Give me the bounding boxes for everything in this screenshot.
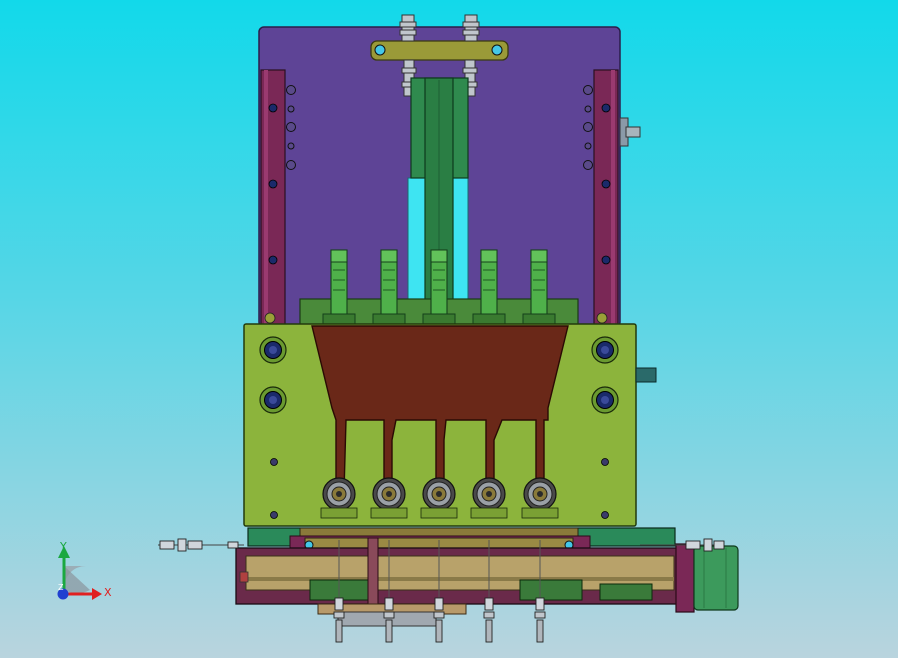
block-bolt-1	[259, 336, 287, 364]
axis-y-label: Y	[59, 540, 67, 553]
stepper-motor[interactable]	[675, 543, 739, 613]
right-rail[interactable]	[593, 69, 619, 328]
roller-2[interactable]	[370, 477, 408, 519]
roller-5[interactable]	[521, 477, 559, 519]
side-sensor-bracket[interactable]	[619, 117, 641, 147]
block-bolt-4	[591, 386, 619, 414]
base-rail[interactable]	[235, 547, 681, 605]
roller-4[interactable]	[470, 477, 508, 519]
roller-3[interactable]	[420, 477, 458, 519]
right-connector[interactable]	[635, 367, 657, 383]
axis-z-label: Z	[58, 583, 64, 592]
axis-x-label: X	[104, 586, 112, 599]
left-rail[interactable]	[260, 69, 286, 328]
roller-1[interactable]	[320, 477, 358, 519]
axis-triad[interactable]: Y X Z	[57, 540, 113, 600]
block-bolt-3	[591, 336, 619, 364]
cad-viewport[interactable]: Y X Z	[0, 0, 898, 658]
assembly-drawing: Y X Z	[57, 14, 739, 643]
top-yoke[interactable]	[370, 40, 509, 61]
block-bolt-2	[259, 386, 287, 414]
